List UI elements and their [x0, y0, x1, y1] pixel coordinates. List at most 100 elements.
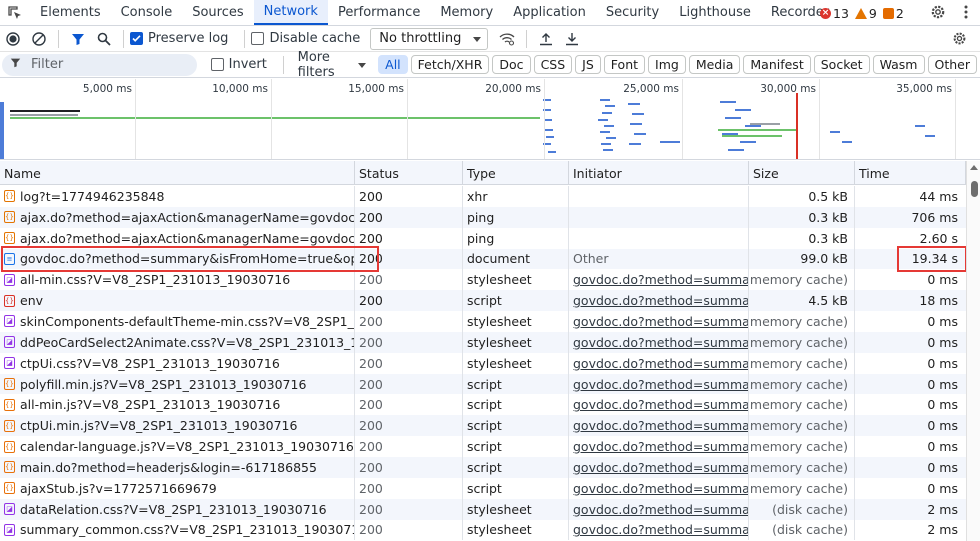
table-row[interactable]: {} main.do?method=headerjs&login=-6171868…: [0, 456, 966, 478]
table-row[interactable]: {} ctpUi.min.js?V=V8_2SP1_231013_19030716…: [0, 415, 966, 437]
table-row[interactable]: {} ajax.do?method=ajaxAction&managerName=…: [0, 206, 966, 228]
filter-type-wasm[interactable]: Wasm: [872, 55, 925, 74]
filter-type-font[interactable]: Font: [603, 55, 646, 74]
initiator-cell[interactable]: govdoc.do?method=summary: [569, 373, 749, 395]
table-row[interactable]: {} ajaxStub.js?v=1772571669679 200 script go…: [0, 477, 966, 499]
request-name-cell[interactable]: ◪ ddPeoCardSelect2Animate.css?V=V8_2SP1_2…: [0, 331, 355, 353]
scroll-up-arrow-icon[interactable]: [970, 165, 978, 170]
inspect-element-icon[interactable]: [0, 0, 30, 25]
request-name-cell[interactable]: ◪ skinComponents-defaultTheme-min.css?V=V…: [0, 311, 355, 332]
column-header-status[interactable]: Status: [355, 161, 463, 185]
filter-type-all[interactable]: All: [378, 55, 408, 74]
initiator-cell[interactable]: govdoc.do?method=summary: [569, 290, 749, 312]
table-row[interactable]: {} calendar-language.js?V=V8_2SP1_231013_…: [0, 436, 966, 457]
settings-gear-icon[interactable]: [930, 4, 946, 23]
initiator-link[interactable]: govdoc.do?method=summary: [573, 356, 748, 371]
errors-counter[interactable]: × 13: [820, 6, 849, 21]
tab-memory[interactable]: Memory: [430, 0, 503, 25]
request-name-cell[interactable]: ◪ all-min.css?V=V8_2SP1_231013_19030716: [0, 269, 355, 291]
filter-type-css[interactable]: CSS: [533, 55, 573, 74]
request-name-cell[interactable]: {} ajax.do?method=ajaxAction&managerName=…: [0, 206, 355, 228]
disable-cache-checkbox[interactable]: Disable cache: [251, 31, 360, 46]
filter-type-manifest[interactable]: Manifest: [743, 55, 811, 74]
table-row[interactable]: {} all-min.js?V=V8_2SP1_231013_19030716 20…: [0, 394, 966, 416]
filter-type-media[interactable]: Media: [688, 55, 741, 74]
network-settings-gear-icon[interactable]: [946, 26, 972, 52]
initiator-cell[interactable]: govdoc.do?method=summary: [569, 519, 749, 541]
initiator-cell[interactable]: govdoc.do?method=summary: [569, 436, 749, 457]
initiator-link[interactable]: govdoc.do?method=summary: [573, 272, 748, 287]
filter-type-socket[interactable]: Socket: [813, 55, 870, 74]
initiator-link[interactable]: govdoc.do?method=summary: [573, 377, 748, 392]
tab-elements[interactable]: Elements: [30, 0, 111, 25]
status-counters[interactable]: × 13 9 2: [820, 0, 904, 26]
request-name-cell[interactable]: ◪ dataRelation.css?V=V8_2SP1_231013_19030…: [0, 498, 355, 520]
invert-checkbox[interactable]: Invert: [210, 57, 267, 72]
filter-funnel-icon[interactable]: [65, 26, 91, 52]
table-row[interactable]: ◪ ctpUi.css?V=V8_2SP1_231013_19030716 200 s…: [0, 352, 966, 374]
column-header-name[interactable]: Name: [0, 161, 355, 185]
tab-console[interactable]: Console: [111, 0, 183, 25]
more-options-vertical-icon[interactable]: [964, 5, 968, 22]
scrollbar-thumb[interactable]: [971, 181, 978, 197]
search-icon[interactable]: [91, 26, 117, 52]
network-conditions-wifi-icon[interactable]: [494, 26, 520, 52]
request-name-cell[interactable]: {} env: [0, 290, 355, 312]
filter-type-js[interactable]: JS: [575, 55, 601, 74]
tab-performance[interactable]: Performance: [328, 0, 430, 25]
clear-icon[interactable]: [26, 26, 52, 52]
preserve-log-checkbox[interactable]: Preserve log: [130, 31, 228, 46]
request-name-cell[interactable]: {} calendar-language.js?V=V8_2SP1_231013_…: [0, 436, 355, 457]
initiator-link[interactable]: govdoc.do?method=summary: [573, 293, 748, 308]
request-name-cell[interactable]: ◪ ctpUi.css?V=V8_2SP1_231013_19030716: [0, 352, 355, 374]
column-header-size[interactable]: Size: [749, 161, 855, 185]
initiator-link[interactable]: govdoc.do?method=summary: [573, 522, 748, 537]
issues-counter[interactable]: 2: [882, 6, 904, 21]
table-row[interactable]: {} ajax.do?method=ajaxAction&managerName=…: [0, 227, 966, 249]
initiator-cell[interactable]: govdoc.do?method=summary: [569, 477, 749, 499]
table-scrollbar[interactable]: [966, 161, 980, 541]
import-har-upload-icon[interactable]: [533, 26, 559, 52]
table-row[interactable]: ◪ skinComponents-defaultTheme-min.css?V=V…: [0, 311, 966, 332]
tab-network[interactable]: Network: [253, 0, 328, 25]
record-icon[interactable]: [0, 26, 26, 52]
tab-sources[interactable]: Sources: [182, 0, 253, 25]
request-name-cell[interactable]: {} main.do?method=headerjs&login=-6171868…: [0, 456, 355, 478]
initiator-link[interactable]: govdoc.do?method=summary: [573, 502, 748, 517]
table-row[interactable]: ◪ all-min.css?V=V8_2SP1_231013_19030716 20…: [0, 269, 966, 291]
request-name-cell[interactable]: {} polyfill.min.js?V=V8_2SP1_231013_19030…: [0, 373, 355, 395]
initiator-cell[interactable]: govdoc.do?method=summary: [569, 415, 749, 437]
initiator-link[interactable]: govdoc.do?method=summary: [573, 418, 748, 433]
initiator-cell[interactable]: govdoc.do?method=summary: [569, 498, 749, 520]
initiator-cell[interactable]: govdoc.do?method=summary: [569, 311, 749, 332]
table-row[interactable]: ≡ govdoc.do?method=summary&isFromHome=tru…: [0, 248, 966, 270]
table-row[interactable]: ◪ summary_common.css?V=V8_2SP1_231013_190…: [0, 519, 966, 541]
initiator-cell[interactable]: govdoc.do?method=summary: [569, 352, 749, 374]
filter-input[interactable]: Filter: [2, 53, 197, 76]
table-row[interactable]: ◪ ddPeoCardSelect2Animate.css?V=V8_2SP1_2…: [0, 331, 966, 353]
warnings-counter[interactable]: 9: [854, 6, 877, 21]
column-header-time[interactable]: Time: [855, 161, 966, 185]
table-row[interactable]: ◪ dataRelation.css?V=V8_2SP1_231013_19030…: [0, 498, 966, 520]
throttling-select[interactable]: No throttling: [370, 27, 489, 50]
tab-security[interactable]: Security: [596, 0, 669, 25]
column-header-type[interactable]: Type: [463, 161, 569, 185]
column-header-initiator[interactable]: Initiator: [569, 161, 749, 185]
request-name-cell[interactable]: ≡ govdoc.do?method=summary&isFromHome=tru…: [0, 248, 355, 270]
tab-application[interactable]: Application: [503, 0, 596, 25]
table-row[interactable]: {} polyfill.min.js?V=V8_2SP1_231013_19030…: [0, 373, 966, 395]
initiator-cell[interactable]: govdoc.do?method=summary: [569, 456, 749, 478]
request-name-cell[interactable]: {} ctpUi.min.js?V=V8_2SP1_231013_19030716: [0, 415, 355, 437]
export-har-download-icon[interactable]: [559, 26, 585, 52]
filter-type-doc[interactable]: Doc: [492, 55, 531, 74]
initiator-link[interactable]: govdoc.do?method=summary: [573, 335, 748, 350]
request-name-cell[interactable]: ◪ summary_common.css?V=V8_2SP1_231013_190…: [0, 519, 355, 541]
request-name-cell[interactable]: {} ajaxStub.js?v=1772571669679: [0, 477, 355, 499]
network-overview-timeline[interactable]: 5,000 ms 10,000 ms 15,000 ms 20,000 ms 25,00…: [0, 79, 980, 160]
table-row[interactable]: {} log?t=1774946235848 200 xhr 0.5 kB 44 ms: [0, 186, 966, 207]
initiator-link[interactable]: govdoc.do?method=summary: [573, 460, 748, 475]
initiator-link[interactable]: govdoc.do?method=summary: [573, 439, 748, 454]
initiator-cell[interactable]: govdoc.do?method=summary: [569, 331, 749, 353]
more-filters-dropdown[interactable]: More filters: [298, 50, 367, 80]
request-name-cell[interactable]: {} log?t=1774946235848: [0, 186, 355, 207]
